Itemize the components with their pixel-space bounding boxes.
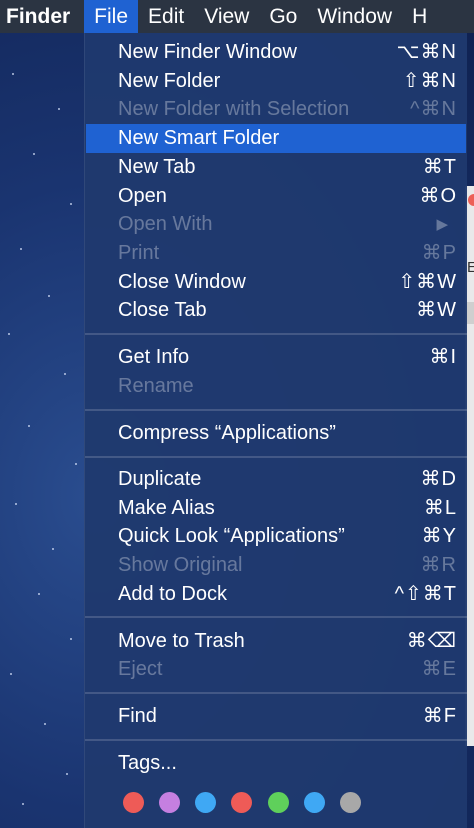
tag-color-gray[interactable]	[340, 792, 361, 813]
menu-item-close-window[interactable]: Close Window ⇧⌘W	[85, 268, 467, 297]
menu-item-label: Duplicate	[118, 468, 202, 490]
menu-item-shortcut: ⌘D	[420, 468, 457, 490]
menu-item-shortcut: ⌘F	[422, 705, 457, 727]
menu-item-shortcut: ⌘I	[429, 346, 457, 368]
menu-item-label: New Folder with Selection	[118, 98, 350, 120]
menu-item-label: Move to Trash	[118, 630, 245, 652]
tag-color-purple[interactable]	[159, 792, 180, 813]
menu-item-label: New Finder Window	[118, 41, 297, 63]
menu-item-label: Open With	[118, 213, 213, 235]
menu-item-new-folder[interactable]: New Folder ⇧⌘N	[85, 67, 467, 96]
background-window-text: E	[467, 259, 474, 276]
menu-item-label: Close Tab	[118, 299, 207, 321]
menu-finder[interactable]: Finder	[0, 0, 84, 33]
menu-item-find[interactable]: Find ⌘F	[85, 702, 467, 731]
menu-item-shortcut: ⌘R	[420, 554, 457, 576]
menu-edit[interactable]: Edit	[138, 0, 194, 33]
menu-item-new-smart-folder[interactable]: New Smart Folder	[86, 124, 466, 153]
background-window-element	[467, 302, 474, 324]
menu-item-shortcut: ⌘E	[421, 658, 457, 680]
menu-item-label: Quick Look “Applications”	[118, 525, 345, 547]
menu-item-new-finder-window[interactable]: New Finder Window ⌥⌘N	[85, 38, 467, 67]
menu-item-label: Tags...	[118, 752, 177, 774]
menu-item-shortcut: ⌘Y	[421, 525, 457, 547]
menu-item-get-info[interactable]: Get Info ⌘I	[85, 343, 467, 372]
menu-item-shortcut: ⌘⌫	[406, 630, 457, 652]
menu-separator	[85, 456, 467, 458]
tag-color-green[interactable]	[268, 792, 289, 813]
menu-item-move-to-trash[interactable]: Move to Trash ⌘⌫	[85, 627, 467, 656]
menu-item-shortcut: ⇧⌘W	[398, 271, 457, 293]
menu-bar: Finder File Edit View Go Window H	[0, 0, 474, 33]
tag-color-blue[interactable]	[195, 792, 216, 813]
menu-item-shortcut: ⇧⌘N	[402, 70, 457, 92]
menu-item-shortcut: ^⌘N	[410, 98, 457, 120]
menu-item-label: Print	[118, 242, 160, 264]
menu-file[interactable]: File	[84, 0, 139, 33]
file-menu-dropdown: New Finder Window ⌥⌘N New Folder ⇧⌘N New…	[84, 33, 467, 828]
menu-item-shortcut: ⌘O	[419, 185, 457, 207]
menu-item-label: Add to Dock	[118, 583, 227, 605]
window-close-icon[interactable]	[468, 194, 474, 206]
menu-item-label: New Smart Folder	[118, 127, 280, 149]
menu-item-label: Make Alias	[118, 497, 215, 519]
menu-item-new-tab[interactable]: New Tab ⌘T	[85, 153, 467, 182]
menu-separator	[85, 739, 467, 741]
menu-help[interactable]: H	[402, 0, 437, 33]
menu-item-close-tab[interactable]: Close Tab ⌘W	[85, 296, 467, 325]
menu-item-shortcut: ⌘W	[416, 299, 457, 321]
menu-item-label: Compress “Applications”	[118, 422, 336, 444]
menu-separator	[85, 616, 467, 618]
tag-color-red[interactable]	[123, 792, 144, 813]
menu-item-shortcut: ⌘L	[423, 497, 457, 519]
menu-item-quick-look[interactable]: Quick Look “Applications” ⌘Y	[85, 522, 467, 551]
menu-item-duplicate[interactable]: Duplicate ⌘D	[85, 465, 467, 494]
menu-item-add-to-dock[interactable]: Add to Dock ^⇧⌘T	[85, 580, 467, 609]
menu-item-rename: Rename	[85, 372, 467, 401]
menu-item-label: Eject	[118, 658, 163, 680]
tag-color-row	[123, 792, 423, 814]
desktop-wallpaper	[0, 33, 90, 828]
menu-item-compress[interactable]: Compress “Applications”	[85, 419, 467, 448]
menu-item-new-folder-with-selection: New Folder with Selection ^⌘N	[85, 95, 467, 124]
menu-item-open-with: Open With ▶	[85, 210, 467, 239]
menu-item-label: Find	[118, 705, 157, 727]
menu-item-make-alias[interactable]: Make Alias ⌘L	[85, 494, 467, 523]
menu-go[interactable]: Go	[259, 0, 307, 33]
menu-item-show-original: Show Original ⌘R	[85, 551, 467, 580]
menu-separator	[85, 692, 467, 694]
menu-item-shortcut: ⌥⌘N	[396, 41, 457, 63]
menu-item-shortcut: ^⇧⌘T	[394, 583, 457, 605]
menu-item-open[interactable]: Open ⌘O	[85, 182, 467, 211]
submenu-arrow-icon: ▶	[436, 216, 449, 233]
tag-color-red-2[interactable]	[231, 792, 252, 813]
menu-item-label: Close Window	[118, 271, 246, 293]
menu-item-label: Rename	[118, 375, 194, 397]
menu-separator	[85, 409, 467, 411]
menu-item-eject: Eject ⌘E	[85, 655, 467, 684]
menu-item-label: Open	[118, 185, 167, 207]
menu-view[interactable]: View	[194, 0, 259, 33]
menu-item-shortcut: ⌘T	[422, 156, 457, 178]
menu-item-label: New Tab	[118, 156, 196, 178]
menu-item-label: New Folder	[118, 70, 221, 92]
menu-item-print: Print ⌘P	[85, 239, 467, 268]
menu-item-shortcut: ⌘P	[421, 242, 457, 264]
menu-item-tags[interactable]: Tags...	[85, 749, 467, 778]
menu-separator	[85, 333, 467, 335]
tag-color-blue-2[interactable]	[304, 792, 325, 813]
menu-item-label: Get Info	[118, 346, 190, 368]
menu-window[interactable]: Window	[307, 0, 402, 33]
menu-item-label: Show Original	[118, 554, 243, 576]
